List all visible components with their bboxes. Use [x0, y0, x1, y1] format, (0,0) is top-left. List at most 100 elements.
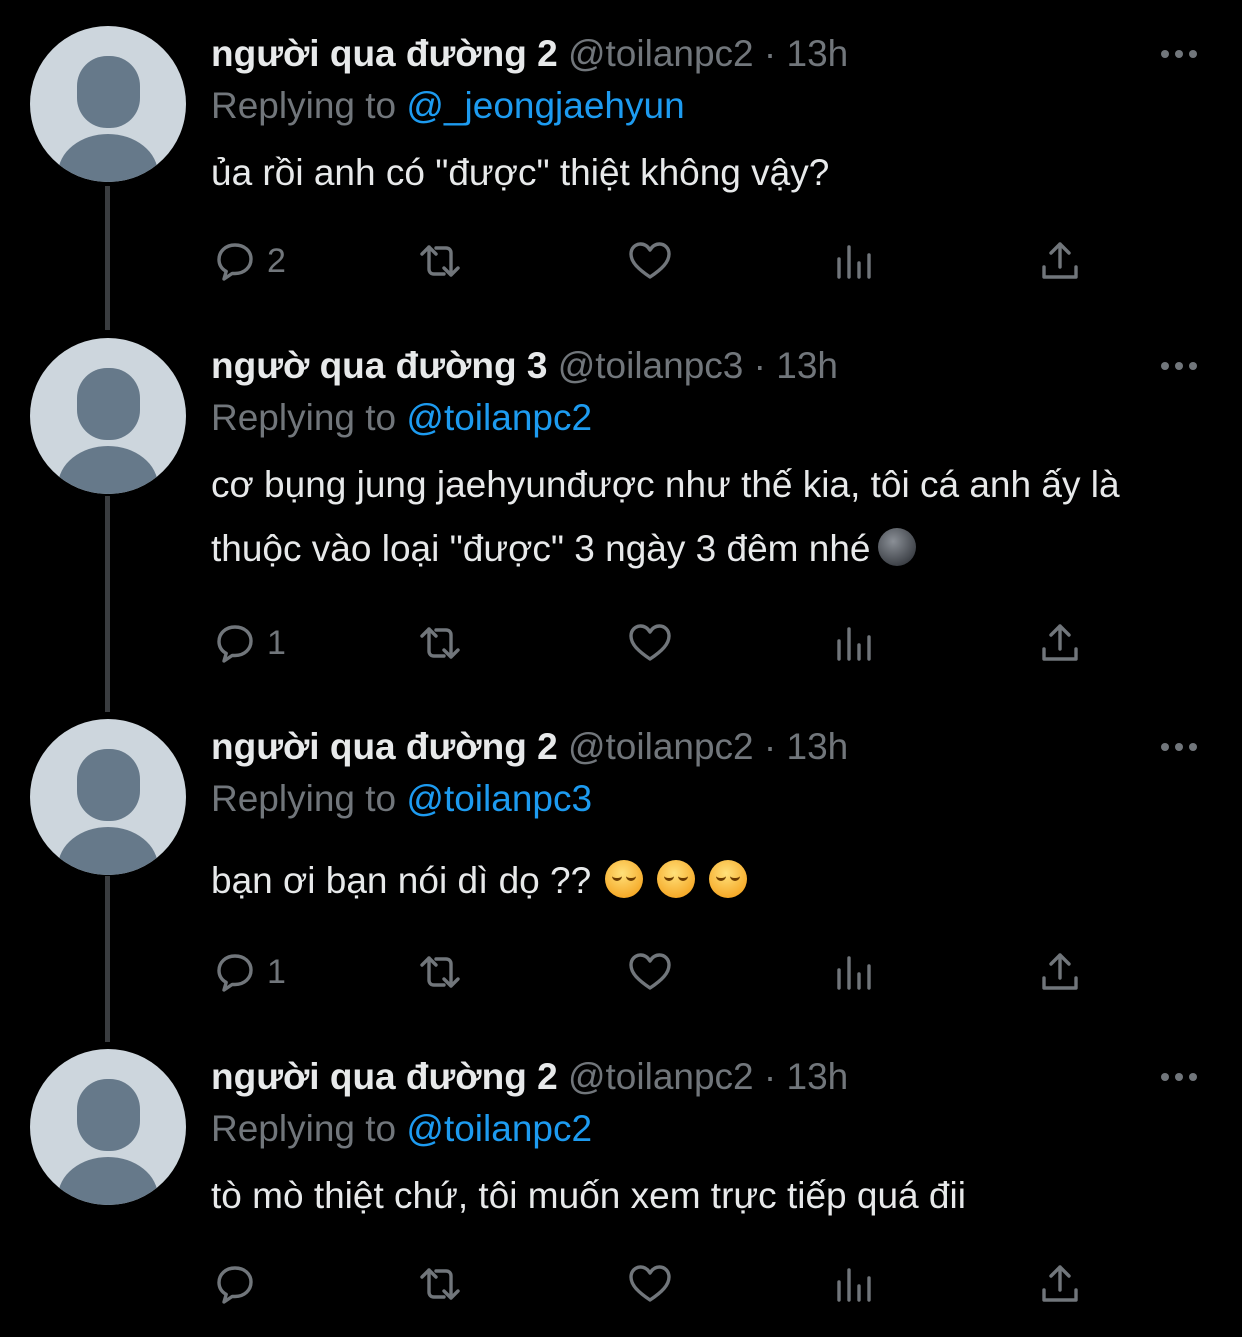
share-icon: [1042, 1265, 1078, 1302]
timestamp[interactable]: 13h: [787, 726, 849, 767]
retweet-button[interactable]: [416, 947, 464, 997]
tweet[interactable]: người qua đường 2 @toilanpc2 · 13h Reply…: [0, 719, 1242, 1009]
tweet-text-content: tò mò thiệt chứ, tôi muốn xem trực tiếp …: [211, 1175, 966, 1216]
views-button[interactable]: [831, 1259, 879, 1309]
reply-button[interactable]: [211, 1259, 267, 1309]
replying-to: Replying to @_jeongjaehyun: [211, 84, 685, 128]
share-icon: [1042, 242, 1078, 279]
display-name[interactable]: người qua đường 2: [211, 726, 558, 767]
replying-to: Replying to @toilanpc3: [211, 777, 592, 821]
share-button[interactable]: [1036, 1259, 1084, 1309]
reply-button[interactable]: 1: [211, 947, 286, 997]
handle[interactable]: @toilanpc3: [558, 345, 744, 386]
handle[interactable]: @toilanpc2: [568, 726, 754, 767]
views-button[interactable]: [831, 947, 879, 997]
views-button[interactable]: [831, 236, 879, 286]
tweet-text-content: ủa rồi anh có "được" thiệt không vậy?: [211, 152, 830, 193]
display-name[interactable]: người qua đường 2: [211, 1056, 558, 1097]
reply-count: 1: [267, 623, 286, 662]
more-icon[interactable]: [1157, 737, 1201, 757]
tweet-header: người qua đường 2 @toilanpc2 · 13h: [211, 32, 848, 76]
like-button[interactable]: [626, 1259, 674, 1309]
tweet-text: ủa rồi anh có "được" thiệt không vậy?: [211, 141, 1201, 205]
reply-button[interactable]: 2: [211, 236, 286, 286]
timestamp[interactable]: 13h: [787, 1056, 849, 1097]
like-button[interactable]: [626, 947, 674, 997]
action-bar: 2: [211, 236, 1111, 286]
share-button[interactable]: [1036, 236, 1084, 286]
share-icon: [1042, 953, 1078, 990]
reply-count: 2: [267, 241, 286, 280]
replying-to: Replying to @toilanpc2: [211, 1107, 592, 1151]
tweet-header: người qua đường 2 @toilanpc2 · 13h: [211, 725, 848, 769]
share-button[interactable]: [1036, 618, 1084, 668]
tweet[interactable]: người qua đường 2 @toilanpc2 · 13h Reply…: [0, 1049, 1242, 1329]
display-name[interactable]: người qua đường 2: [211, 33, 558, 74]
retweet-icon: [420, 627, 460, 659]
separator: ·: [743, 345, 777, 386]
separator: ·: [753, 1056, 787, 1097]
more-icon[interactable]: [1157, 356, 1201, 376]
reply-icon: [217, 625, 253, 663]
mention-link[interactable]: @toilanpc2: [406, 397, 592, 438]
action-bar: [211, 1259, 1111, 1309]
retweet-button[interactable]: [416, 1259, 464, 1309]
mention-link[interactable]: @_jeongjaehyun: [406, 85, 684, 126]
replying-to: Replying to @toilanpc2: [211, 396, 592, 440]
avatar[interactable]: [30, 26, 186, 182]
more-icon[interactable]: [1157, 1067, 1201, 1087]
action-bar: 1: [211, 947, 1111, 997]
display-name[interactable]: ngườ qua đường 3: [211, 345, 547, 386]
retweet-icon: [420, 1268, 460, 1300]
timestamp[interactable]: 13h: [776, 345, 838, 386]
mention-link[interactable]: @toilanpc2: [406, 1108, 592, 1149]
replying-prefix: Replying to: [211, 1108, 407, 1149]
separator: ·: [753, 33, 787, 74]
avatar-head: [77, 1079, 140, 1151]
timestamp[interactable]: 13h: [787, 33, 849, 74]
like-button[interactable]: [626, 618, 674, 668]
reply-count: 1: [267, 952, 286, 991]
like-icon: [629, 953, 671, 990]
new-moon-face-emoji: [878, 528, 917, 566]
views-icon: [837, 956, 871, 990]
action-bar: 1: [211, 618, 1111, 668]
reply-icon: [217, 954, 253, 992]
avatar[interactable]: [30, 1049, 186, 1205]
like-icon: [629, 624, 671, 661]
tweet-text-content: bạn ơi bạn nói dì dọ ??: [211, 860, 592, 901]
views-button[interactable]: [831, 618, 879, 668]
avatar-shoulders: [58, 1157, 158, 1205]
reply-button[interactable]: 1: [211, 618, 286, 668]
more-icon[interactable]: [1157, 44, 1201, 64]
avatar-head: [77, 56, 140, 128]
share-button[interactable]: [1036, 947, 1084, 997]
avatar-head: [77, 368, 140, 440]
like-icon: [629, 242, 671, 279]
views-icon: [837, 627, 871, 661]
tweet-header: ngườ qua đường 3 @toilanpc3 · 13h: [211, 344, 838, 388]
tweet-text-content: cơ bụng jung jaehyunđược như thế kia, tô…: [211, 464, 1120, 569]
handle[interactable]: @toilanpc2: [568, 33, 754, 74]
reply-icon: [217, 243, 253, 281]
avatar[interactable]: [30, 719, 186, 875]
avatar-shoulders: [58, 134, 158, 182]
like-icon: [629, 1265, 671, 1302]
tweet-text: cơ bụng jung jaehyunđược như thế kia, tô…: [211, 453, 1201, 581]
disappointed-face-emoji: [605, 860, 644, 898]
avatar-shoulders: [58, 827, 158, 875]
views-icon: [837, 1268, 871, 1302]
mention-link[interactable]: @toilanpc3: [406, 778, 592, 819]
tweet[interactable]: người qua đường 2 @toilanpc2 · 13h Reply…: [0, 26, 1242, 316]
tweet[interactable]: ngườ qua đường 3 @toilanpc3 · 13h Replyi…: [0, 338, 1242, 688]
reply-icon: [217, 1266, 253, 1304]
handle[interactable]: @toilanpc2: [568, 1056, 754, 1097]
retweet-icon: [420, 956, 460, 988]
like-button[interactable]: [626, 236, 674, 286]
avatar[interactable]: [30, 338, 186, 494]
retweet-button[interactable]: [416, 618, 464, 668]
tweet-text: tò mò thiệt chứ, tôi muốn xem trực tiếp …: [211, 1164, 1201, 1228]
replying-prefix: Replying to: [211, 778, 407, 819]
tweet-header: người qua đường 2 @toilanpc2 · 13h: [211, 1055, 848, 1099]
retweet-button[interactable]: [416, 236, 464, 286]
